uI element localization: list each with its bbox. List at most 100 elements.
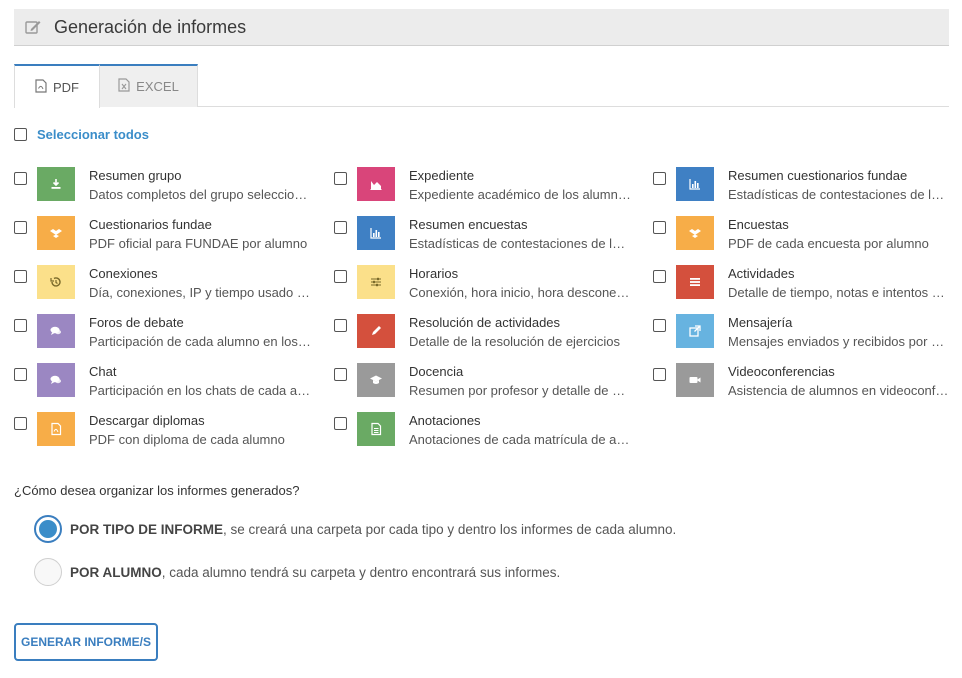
report-title: Mensajería [728, 315, 793, 330]
organize-question: ¿Cómo desea organizar los informes gener… [14, 483, 300, 498]
report-item[interactable]: Chat Participación en los chats de cada a… [14, 362, 314, 406]
radio-por-tipo[interactable] [34, 515, 62, 543]
report-description: Participación de cada alumno en los foro… [89, 334, 311, 349]
report-item[interactable]: Anotaciones Anotaciones de cada matrícula… [334, 411, 634, 455]
report-description: Estadísticas de contestaciones de los cu… [728, 187, 950, 202]
report-checkbox[interactable] [653, 172, 666, 185]
pencil-icon [357, 314, 395, 348]
pdf-file-icon [35, 78, 53, 96]
report-item[interactable]: Foros de debate Participación de cada alu… [14, 313, 314, 357]
radio-por-alumno[interactable] [34, 558, 62, 586]
report-title: Anotaciones [409, 413, 481, 428]
report-item[interactable]: Cuestionarios fundae PDF oficial para FUN… [14, 215, 314, 259]
report-title: Foros de debate [89, 315, 184, 330]
report-description: Asistencia de alumnos en videoconferenci… [728, 383, 950, 398]
tab-excel[interactable]: EXCEL [100, 64, 198, 107]
report-checkbox[interactable] [653, 319, 666, 332]
bar-chart-icon [357, 216, 395, 250]
report-item[interactable]: Expediente Expediente académico de los al… [334, 166, 634, 210]
report-description: Participación en los chats de cada alumn… [89, 383, 311, 398]
report-item[interactable]: Resumen grupo Datos completos del grupo s… [14, 166, 314, 210]
page-title: Generación de informes [54, 16, 247, 37]
tab-pdf[interactable]: PDF [14, 64, 100, 108]
excel-file-icon [118, 78, 136, 95]
report-item[interactable]: Videoconferencias Asistencia de alumnos e… [653, 362, 953, 406]
report-item[interactable]: Actividades Detalle de tiempo, notas e in… [653, 264, 953, 308]
option-por-tipo[interactable]: POR TIPO DE INFORME, se creará una carpe… [34, 515, 676, 543]
edit-icon [24, 18, 42, 36]
report-checkbox[interactable] [334, 319, 347, 332]
report-checkbox[interactable] [14, 368, 27, 381]
select-all-checkbox[interactable] [14, 128, 27, 141]
report-checkbox[interactable] [653, 270, 666, 283]
tab-pdf-label: PDF [53, 79, 79, 95]
pdf-file-icon [37, 412, 75, 446]
dropbox-icon [676, 216, 714, 250]
option-por-tipo-text: POR TIPO DE INFORME, se creará una carpe… [70, 521, 677, 537]
graduation-cap-icon [357, 363, 395, 397]
report-item[interactable]: Descargar diplomas PDF con diploma de cad… [14, 411, 314, 455]
external-link-icon [676, 314, 714, 348]
report-checkbox[interactable] [334, 368, 347, 381]
report-description: Resumen por profesor y detalle de activi… [409, 383, 631, 398]
report-checkbox[interactable] [334, 221, 347, 234]
report-checkbox[interactable] [334, 270, 347, 283]
select-all-row: Seleccionar todos [14, 127, 149, 142]
report-description: Expediente académico de los alumnos [409, 187, 631, 202]
option-por-alumno-text: POR ALUMNO, cada alumno tendrá su carpet… [70, 564, 561, 580]
report-item[interactable]: Docencia Resumen por profesor y detalle d… [334, 362, 634, 406]
document-icon [357, 412, 395, 446]
report-item[interactable]: Horarios Conexión, hora inicio, hora desc… [334, 264, 634, 308]
download-icon [37, 167, 75, 201]
report-title: Encuestas [728, 217, 789, 232]
report-description: Estadísticas de contestaciones de las en… [409, 236, 631, 251]
report-title: Videoconferencias [728, 364, 835, 379]
video-camera-icon [676, 363, 714, 397]
format-tabs: PDF EXCEL [14, 64, 949, 108]
report-item[interactable]: Resolución de actividades Detalle de la r… [334, 313, 634, 357]
report-item[interactable]: Resumen cuestionarios fundae Estadísticas… [653, 166, 953, 210]
report-description: Detalle de la resolución de ejercicios [409, 334, 621, 349]
option-por-alumno[interactable]: POR ALUMNO, cada alumno tendrá su carpet… [34, 558, 560, 586]
report-description: Anotaciones de cada matrícula de alumno [409, 432, 631, 447]
comments-icon [37, 314, 75, 348]
list-icon [676, 265, 714, 299]
tab-excel-label: EXCEL [136, 79, 179, 94]
report-item[interactable]: Mensajería Mensajes enviados y recibidos … [653, 313, 953, 357]
page-header: Generación de informes [14, 9, 949, 46]
report-checkbox[interactable] [653, 221, 666, 234]
report-checkbox[interactable] [14, 172, 27, 185]
report-checkbox[interactable] [14, 417, 27, 430]
report-item[interactable]: Resumen encuestas Estadísticas de contest… [334, 215, 634, 259]
sliders-icon [357, 265, 395, 299]
report-title: Resumen grupo [89, 168, 182, 183]
report-item[interactable]: Conexiones Día, conexiones, IP y tiempo u… [14, 264, 314, 308]
report-title: Horarios [409, 266, 459, 281]
report-title: Resumen cuestionarios fundae [728, 168, 908, 183]
report-description: Mensajes enviados y recibidos por alumno [728, 334, 950, 349]
report-title: Actividades [728, 266, 795, 281]
report-title: Docencia [409, 364, 464, 379]
comments-icon [37, 363, 75, 397]
generate-report-button[interactable]: GENERAR INFORME/S [14, 623, 158, 661]
report-description: Conexión, hora inicio, hora desconexión [409, 285, 631, 300]
select-all-label[interactable]: Seleccionar todos [37, 127, 149, 142]
report-description: PDF de cada encuesta por alumno [728, 236, 929, 251]
report-title: Conexiones [89, 266, 158, 281]
report-item[interactable]: Encuestas PDF de cada encuesta por alumno [653, 215, 953, 259]
report-checkbox[interactable] [334, 417, 347, 430]
report-description: Detalle de tiempo, notas e intentos por … [728, 285, 950, 300]
report-title: Chat [89, 364, 117, 379]
report-checkbox[interactable] [14, 319, 27, 332]
report-description: PDF con diploma de cada alumno [89, 432, 285, 447]
report-checkbox[interactable] [653, 368, 666, 381]
report-checkbox[interactable] [14, 221, 27, 234]
report-title: Cuestionarios fundae [89, 217, 212, 232]
report-checkbox[interactable] [334, 172, 347, 185]
report-checkbox[interactable] [14, 270, 27, 283]
history-icon [37, 265, 75, 299]
bar-chart-icon [676, 167, 714, 201]
report-title: Descargar diplomas [89, 413, 205, 428]
report-description: PDF oficial para FUNDAE por alumno [89, 236, 308, 251]
report-description: Día, conexiones, IP y tiempo usado por a… [89, 285, 311, 300]
